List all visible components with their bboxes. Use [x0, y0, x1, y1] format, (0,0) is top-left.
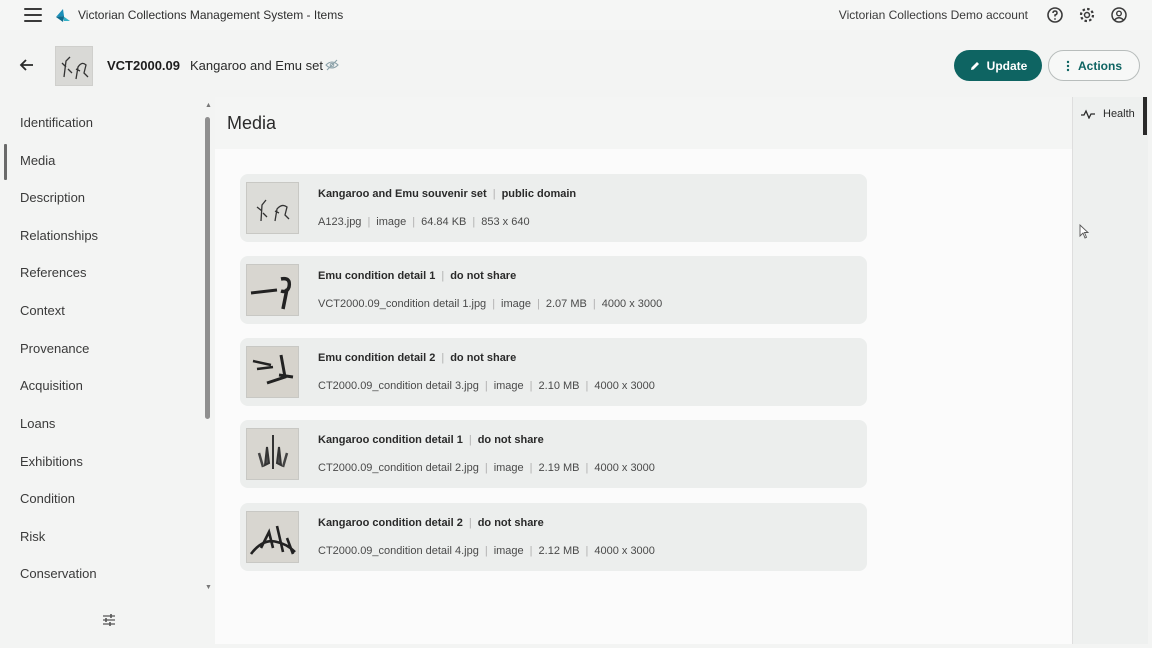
media-meta-line: CT2000.09_condition detail 3.jpg | image | 2… [318, 380, 655, 392]
media-type: image [493, 380, 524, 392]
sidebar-item-relationships[interactable]: Relationships [20, 228, 98, 243]
media-thumbnail [246, 264, 299, 316]
media-type: image [501, 298, 532, 310]
media-thumbnail [246, 182, 299, 234]
media-thumbnail [246, 511, 299, 563]
media-rights: do not share [477, 434, 544, 446]
media-size: 2.12 MB [538, 545, 580, 557]
media-type: image [493, 545, 524, 557]
media-rights: do not share [477, 517, 544, 529]
health-label: Health [1103, 108, 1135, 120]
sidebar-item-media[interactable]: Media [20, 153, 55, 168]
scroll-down-arrow-icon[interactable]: ▼ [205, 584, 212, 591]
media-title-line: Kangaroo and Emu souvenir set | public dom… [318, 188, 577, 200]
pencil-icon [970, 61, 979, 70]
tune-settings-icon[interactable] [102, 613, 116, 627]
panel-title: Media [227, 113, 277, 133]
media-rights: public domain [501, 188, 577, 200]
sidebar-scrollbar[interactable] [205, 117, 210, 419]
section-sidebar: Identification Media Description Relatio… [0, 97, 215, 644]
pulse-icon [1081, 109, 1095, 119]
app-logo [56, 9, 70, 22]
record-thumbnail [55, 46, 93, 86]
media-title-line: Emu condition detail 1 | do not share [318, 270, 517, 282]
media-item[interactable]: Kangaroo and Emu souvenir set | public dom… [240, 174, 867, 242]
media-title: Kangaroo condition detail 1 [318, 434, 463, 446]
media-filename: A123.jpg [318, 216, 362, 228]
sidebar-item-description[interactable]: Description [20, 190, 85, 205]
media-type: image [493, 462, 524, 474]
top-bar: Victorian Collections Management System … [0, 0, 1152, 30]
panel-header: Media [215, 97, 1072, 149]
right-panel-scrollbar[interactable] [1143, 97, 1147, 135]
media-type: image [376, 216, 407, 228]
media-meta-line: CT2000.09_condition detail 4.jpg | image | 2… [318, 545, 655, 557]
account-name[interactable]: Victorian Collections Demo account [839, 8, 1028, 22]
more-vertical-icon [1066, 60, 1070, 71]
record-id: VCT2000.09 [107, 58, 180, 73]
update-label: Update [986, 58, 1028, 73]
media-rights: do not share [450, 270, 517, 282]
sidebar-item-exhibitions[interactable]: Exhibitions [20, 454, 83, 469]
help-icon[interactable] [1046, 6, 1064, 24]
media-meta-line: CT2000.09_condition detail 2.jpg | image | 2… [318, 462, 655, 474]
media-size: 2.07 MB [545, 298, 587, 310]
media-item[interactable]: Emu condition detail 1 | do not share VCT2… [240, 256, 867, 324]
media-item[interactable]: Emu condition detail 2 | do not share CT20… [240, 338, 867, 406]
media-title: Emu condition detail 1 [318, 270, 436, 282]
back-arrow-icon[interactable] [18, 56, 36, 74]
media-item[interactable]: Kangaroo condition detail 1 | do not share… [240, 420, 867, 488]
media-dimensions: 4000 x 3000 [594, 380, 655, 392]
media-size: 2.19 MB [538, 462, 580, 474]
media-item[interactable]: Kangaroo condition detail 2 | do not share… [240, 503, 867, 571]
sidebar-item-references[interactable]: References [20, 265, 86, 280]
sidebar-item-risk[interactable]: Risk [20, 529, 45, 544]
media-filename: VCT2000.09_condition detail 1.jpg [318, 298, 487, 310]
active-indicator [4, 144, 7, 180]
media-dimensions: 4000 x 3000 [594, 462, 655, 474]
media-title: Emu condition detail 2 [318, 352, 436, 364]
mouse-cursor-icon [1079, 224, 1089, 239]
media-title-line: Kangaroo condition detail 2 | do not share [318, 517, 544, 529]
scroll-up-arrow-icon[interactable]: ▲ [205, 102, 212, 109]
media-thumbnail [246, 428, 299, 480]
health-tab[interactable]: Health [1081, 108, 1135, 120]
record-header: VCT2000.09 Kangaroo and Emu set Update A… [0, 40, 1152, 92]
update-button[interactable]: Update [954, 50, 1042, 81]
media-rights: do not share [450, 352, 517, 364]
media-title-line: Kangaroo condition detail 1 | do not share [318, 434, 544, 446]
actions-label: Actions [1077, 58, 1122, 73]
visibility-off-icon [325, 59, 339, 71]
media-title-line: Emu condition detail 2 | do not share [318, 352, 517, 364]
app-title: Victorian Collections Management System … [78, 8, 344, 22]
sidebar-item-identification[interactable]: Identification [20, 115, 93, 130]
record-name: Kangaroo and Emu set [190, 58, 323, 73]
media-dimensions: 4000 x 3000 [601, 298, 663, 310]
media-dimensions: 853 x 640 [481, 216, 530, 228]
settings-icon[interactable] [1078, 6, 1096, 24]
media-panel: Media Kangaroo and Emu souvenir set | publ… [215, 97, 1072, 644]
media-thumbnail [246, 346, 299, 398]
actions-button[interactable]: Actions [1048, 50, 1140, 81]
sidebar-item-provenance[interactable]: Provenance [20, 341, 89, 356]
media-meta-line: VCT2000.09_condition detail 1.jpg | image |… [318, 298, 663, 310]
sidebar-item-condition[interactable]: Condition [20, 491, 75, 506]
media-size: 2.10 MB [538, 380, 580, 392]
sidebar-item-loans[interactable]: Loans [20, 416, 55, 431]
sidebar-item-acquisition[interactable]: Acquisition [20, 378, 83, 393]
right-panel: Health [1072, 97, 1148, 644]
sidebar-item-context[interactable]: Context [20, 303, 65, 318]
account-icon[interactable] [1110, 6, 1128, 24]
sidebar-item-conservation[interactable]: Conservation [20, 566, 97, 581]
media-dimensions: 4000 x 3000 [594, 545, 655, 557]
media-title: Kangaroo condition detail 2 [318, 517, 463, 529]
menu-icon[interactable] [24, 8, 42, 22]
media-title: Kangaroo and Emu souvenir set [318, 188, 487, 200]
media-filename: CT2000.09_condition detail 2.jpg [318, 462, 479, 474]
media-filename: CT2000.09_condition detail 4.jpg [318, 545, 479, 557]
media-size: 64.84 KB [421, 216, 467, 228]
media-meta-line: A123.jpg | image | 64.84 KB | 853 x 640 [318, 216, 530, 228]
media-filename: CT2000.09_condition detail 3.jpg [318, 380, 479, 392]
